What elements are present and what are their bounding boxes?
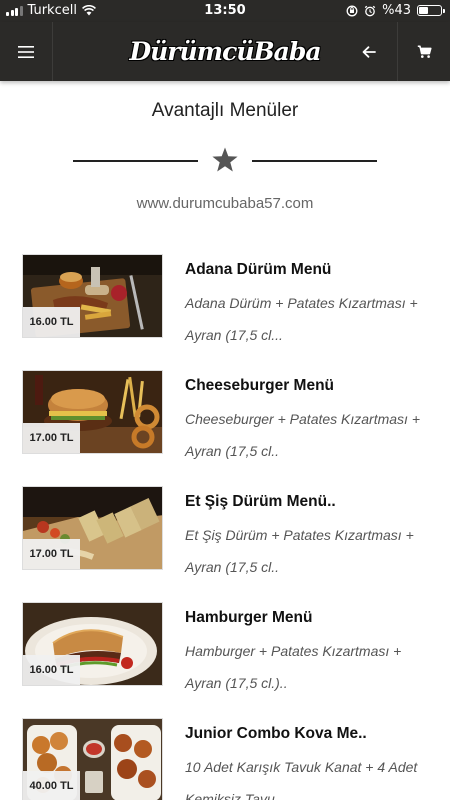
hamburger-menu-icon	[18, 45, 34, 58]
battery-fill	[419, 7, 429, 14]
price-tag: 17.00 TL	[23, 539, 80, 569]
menu-item-adana-durum[interactable]: 16.00 TL Adana Dürüm Menü Adana Dürüm + …	[22, 254, 435, 343]
menu-item-hamburger[interactable]: 16.00 TL Hamburger Menü Hamburger + Pata…	[22, 602, 435, 691]
price-tag: 17.00 TL	[23, 423, 80, 453]
status-right: %43	[346, 3, 445, 18]
menu-item-name[interactable]: Hamburger Menü	[185, 609, 435, 627]
cart-button[interactable]	[397, 22, 450, 81]
status-bar: Turkcell 13:50 %43	[0, 0, 450, 22]
food-photo-et-sis-durum[interactable]: 17.00 TL	[22, 486, 163, 570]
page-title: Avantajlı Menüler	[151, 100, 299, 121]
battery-percent: %43	[382, 3, 411, 18]
price-tag: 16.00 TL	[23, 655, 80, 685]
shopping-cart-icon	[417, 45, 432, 58]
back-button[interactable]	[342, 22, 395, 81]
menu-item-cheeseburger[interactable]: 17.00 TL Cheeseburger Menü Cheeseburger …	[22, 370, 435, 459]
menu-item-name[interactable]: Et Şiş Dürüm Menü..	[185, 493, 435, 511]
menu-item-description: Hamburger + Patates Kızartması + Ayran (…	[185, 643, 402, 691]
menu-item-description: Et Şiş Dürüm + Patates Kızartması + Ayra…	[185, 527, 414, 575]
title-divider	[73, 145, 377, 175]
menu-item-name[interactable]: Junior Combo Kova Me..	[185, 725, 435, 743]
food-photo-junior-combo[interactable]: 40.00 TL	[22, 718, 163, 800]
menu-item-name[interactable]: Adana Dürüm Menü	[185, 261, 435, 279]
orientation-lock-icon	[346, 5, 358, 16]
menu-item-junior-combo[interactable]: 40.00 TL Junior Combo Kova Me.. 10 Adet …	[22, 718, 432, 800]
alarm-icon	[364, 5, 376, 16]
menu-item-description: 10 Adet Karışık Tavuk Kanat + 4 Adet Kem…	[185, 759, 418, 800]
app-header: DürümcüBaba	[0, 22, 450, 81]
brand-logo[interactable]: DürümcüBaba	[120, 22, 330, 81]
battery-icon	[417, 5, 445, 16]
website-link[interactable]: www.durumcubaba57.com	[0, 195, 450, 212]
food-photo-adana-durum[interactable]: 16.00 TL	[22, 254, 163, 338]
price-tag: 16.00 TL	[23, 307, 80, 337]
menu-item-description: Cheeseburger + Patates Kızartması + Ayra…	[185, 411, 421, 459]
price-tag: 40.00 TL	[23, 771, 80, 800]
star-icon	[212, 147, 238, 172]
food-photo-cheeseburger[interactable]: 17.00 TL	[22, 370, 163, 454]
menu-button[interactable]	[0, 22, 53, 81]
arrow-left-icon	[362, 45, 376, 58]
menu-item-name[interactable]: Cheeseburger Menü	[185, 377, 435, 395]
menu-item-description: Adana Dürüm + Patates Kızartması + Ayran…	[185, 295, 418, 343]
menu-item-et-sis-durum[interactable]: 17.00 TL Et Şiş Dürüm Menü.. Et Şiş Dürü…	[22, 486, 435, 575]
food-photo-hamburger[interactable]: 16.00 TL	[22, 602, 163, 686]
